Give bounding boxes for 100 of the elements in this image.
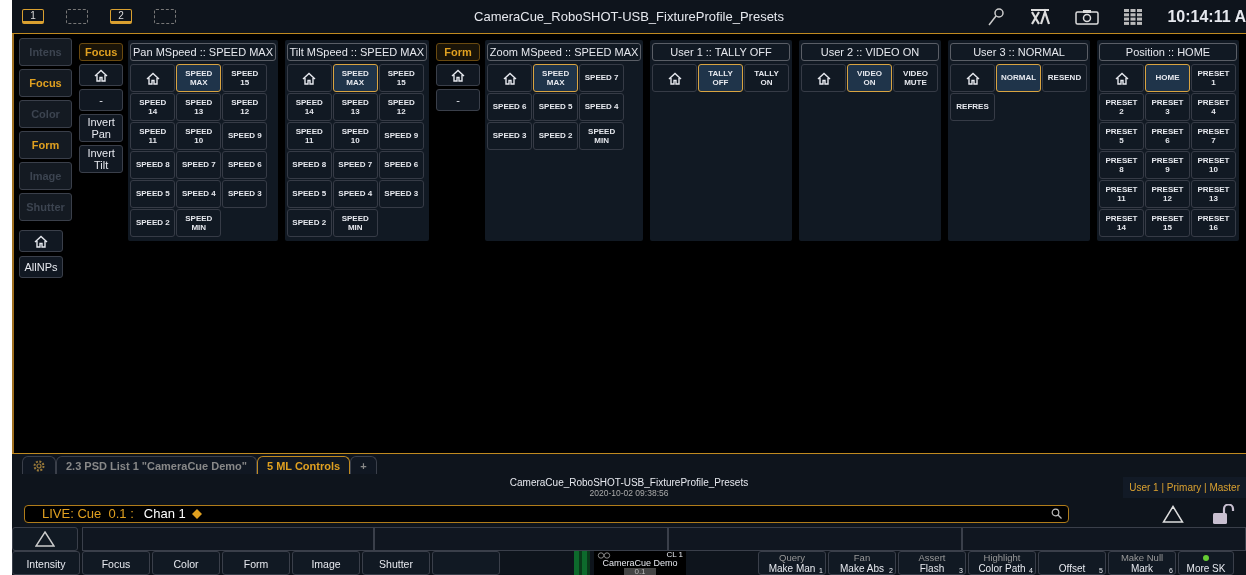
preset-button[interactable]: SPEED 5 [130, 180, 176, 208]
preset-button[interactable]: SPEED MAX [176, 64, 222, 92]
screen-tab[interactable] [154, 9, 176, 24]
preset-button[interactable]: PRESET 4 [1191, 93, 1236, 121]
preset-button[interactable]: SPEED 4 [332, 180, 378, 208]
softkey[interactable]: Shutter [362, 551, 430, 575]
preset-button[interactable]: SPEED 3 [222, 180, 268, 208]
preset-button[interactable]: SPEED 10 [176, 122, 222, 150]
preset-button[interactable]: PRESET 3 [1145, 93, 1190, 121]
preset-button[interactable]: PRESET 10 [1191, 151, 1236, 179]
toggle-button[interactable]: Invert Tilt [79, 145, 124, 173]
preset-button[interactable]: PRESET 11 [1099, 180, 1144, 208]
triangle-icon[interactable] [1162, 504, 1184, 523]
toggle-button[interactable]: AllNPs [19, 256, 63, 278]
preset-button[interactable]: SPEED 6 [378, 151, 424, 179]
preset-button[interactable]: PRESET 16 [1191, 209, 1236, 237]
home-button[interactable] [79, 64, 124, 86]
preset-button[interactable]: SPEED 13 [176, 93, 222, 121]
home-button[interactable] [652, 64, 697, 92]
preset-button[interactable]: SPEED 14 [286, 93, 332, 121]
preset-button[interactable]: PRESET 7 [1191, 122, 1236, 150]
preset-button[interactable]: PRESET 8 [1099, 151, 1144, 179]
preset-button[interactable]: SPEED MIN [176, 209, 222, 237]
preset-button[interactable]: SPEED 3 [378, 180, 424, 208]
unlocked-padlock-icon[interactable] [1212, 503, 1236, 524]
preset-button[interactable]: HOME [1145, 64, 1190, 92]
softkey[interactable]: Focus [82, 551, 150, 575]
preset-button[interactable]: SPEED 7 [579, 64, 625, 92]
softkey[interactable]: Image [292, 551, 360, 575]
preset-button[interactable]: PRESET 2 [1099, 93, 1144, 121]
preset-button[interactable]: SPEED MIN [332, 209, 378, 237]
category-button[interactable]: Form [19, 131, 73, 159]
preset-button[interactable]: SPEED 4 [176, 180, 222, 208]
search-icon[interactable] [1051, 508, 1062, 519]
preset-button[interactable]: SPEED 2 [533, 122, 579, 150]
preset-button[interactable]: SPEED 12 [222, 93, 268, 121]
toggle-button[interactable]: - [79, 89, 124, 111]
preset-button[interactable]: SPEED 6 [487, 93, 533, 121]
softkey[interactable]: Intensity [12, 551, 80, 575]
tab[interactable]: + [350, 456, 377, 474]
preset-button[interactable]: PRESET 1 [1191, 64, 1236, 92]
preset-button[interactable]: SPEED MIN [579, 122, 625, 150]
preset-button[interactable]: SPEED 3 [487, 122, 533, 150]
preset-button[interactable]: SPEED MAX [332, 64, 378, 92]
preset-button[interactable]: SPEED 14 [130, 93, 176, 121]
softkey[interactable]: Color [152, 551, 220, 575]
preset-button[interactable]: PRESET 15 [1145, 209, 1190, 237]
softkey[interactable]: Form [222, 551, 290, 575]
preset-button[interactable]: PRESET 5 [1099, 122, 1144, 150]
preset-button[interactable]: SPEED 9 [222, 122, 268, 150]
home-button[interactable] [435, 64, 481, 86]
softkey[interactable]: More SK [1178, 551, 1234, 575]
preset-button[interactable]: VIDEO MUTE [893, 64, 938, 92]
preset-button[interactable]: REFRES [950, 93, 995, 121]
preset-button[interactable]: SPEED 5 [286, 180, 332, 208]
preset-button[interactable]: SPEED 12 [378, 93, 424, 121]
preset-button[interactable]: VIDEO ON [847, 64, 892, 92]
keypad-icon[interactable] [1123, 7, 1144, 26]
preset-button[interactable]: SPEED 6 [222, 151, 268, 179]
crossed-lines-icon[interactable] [1029, 7, 1052, 26]
preset-button[interactable]: SPEED 8 [130, 151, 176, 179]
triangle-button[interactable] [12, 527, 78, 551]
preset-button[interactable]: SPEED 15 [378, 64, 424, 92]
cue-list-widget[interactable]: CL 1 CameraCue Demo 0.1 [594, 551, 686, 575]
preset-button[interactable]: SPEED 2 [130, 209, 176, 237]
preset-button[interactable]: SPEED 8 [286, 151, 332, 179]
preset-button[interactable]: SPEED 5 [533, 93, 579, 121]
preset-button[interactable]: PRESET 13 [1191, 180, 1236, 208]
preset-button[interactable]: SPEED 2 [286, 209, 332, 237]
settings-tab[interactable] [22, 456, 56, 474]
home-button[interactable] [286, 64, 332, 92]
preset-button[interactable]: PRESET 12 [1145, 180, 1190, 208]
preset-button[interactable]: SPEED 7 [332, 151, 378, 179]
preset-button[interactable]: PRESET 6 [1145, 122, 1190, 150]
home-button[interactable] [950, 64, 995, 92]
preset-button[interactable]: SPEED 13 [332, 93, 378, 121]
tab[interactable]: 2.3 PSD List 1 "CameraCue Demo" [56, 456, 257, 474]
camera-icon[interactable] [1075, 8, 1100, 25]
preset-button[interactable]: SPEED 11 [286, 122, 332, 150]
screen-tab[interactable]: 1 [22, 9, 44, 24]
preset-button[interactable]: SPEED MAX [533, 64, 579, 92]
preset-button[interactable]: SPEED 7 [176, 151, 222, 179]
preset-button[interactable]: RESEND [1042, 64, 1087, 92]
home-button[interactable] [1099, 64, 1144, 92]
preset-button[interactable]: SPEED 9 [378, 122, 424, 150]
preset-button[interactable]: SPEED 11 [130, 122, 176, 150]
tab[interactable]: 5 ML Controls [257, 456, 351, 474]
preset-button[interactable]: TALLY OFF [698, 64, 743, 92]
home-button[interactable] [19, 230, 63, 252]
home-button[interactable] [130, 64, 176, 92]
toggle-button[interactable]: - [435, 89, 481, 111]
preset-button[interactable]: SPEED 4 [579, 93, 625, 121]
preset-button[interactable]: SPEED 15 [222, 64, 268, 92]
preset-button[interactable]: TALLY ON [744, 64, 789, 92]
preset-button[interactable]: NORMAL [996, 64, 1041, 92]
screen-tab[interactable]: 2 [110, 9, 132, 24]
preset-button[interactable]: SPEED 10 [332, 122, 378, 150]
home-button[interactable] [487, 64, 533, 92]
preset-button[interactable]: PRESET 14 [1099, 209, 1144, 237]
preset-button[interactable]: PRESET 9 [1145, 151, 1190, 179]
